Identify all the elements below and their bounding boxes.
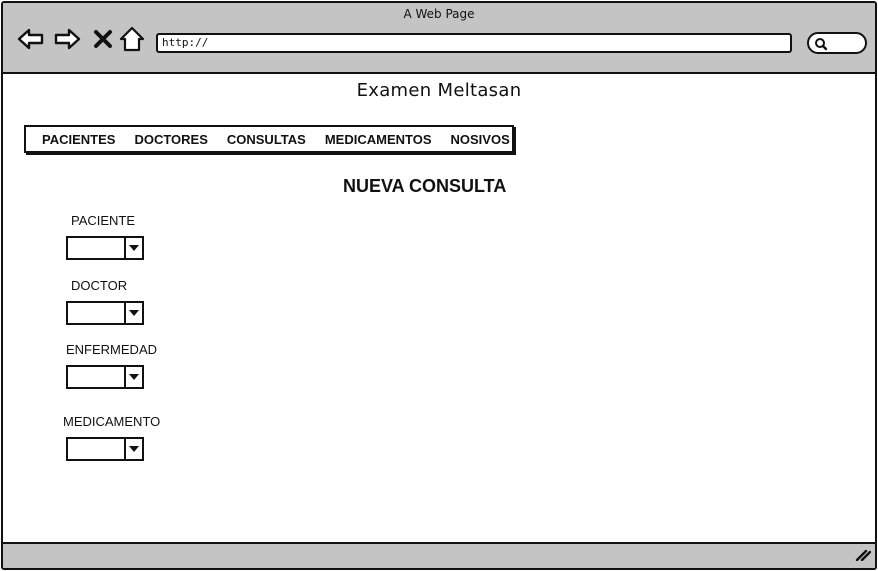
enfermedad-select[interactable] bbox=[66, 365, 144, 389]
back-arrow-icon bbox=[17, 27, 45, 51]
chevron-down-icon[interactable] bbox=[124, 238, 142, 258]
forward-button[interactable] bbox=[53, 25, 81, 53]
chevron-down-icon[interactable] bbox=[124, 303, 142, 323]
menu-item-consultas[interactable]: CONSULTAS bbox=[227, 132, 306, 147]
status-bar bbox=[3, 542, 875, 568]
medicamento-select[interactable] bbox=[66, 437, 144, 461]
menu-item-doctores[interactable]: DOCTORES bbox=[134, 132, 207, 147]
menu-item-medicamentos[interactable]: MEDICAMENTOS bbox=[325, 132, 432, 147]
resize-grip-icon[interactable] bbox=[855, 546, 872, 565]
paciente-select[interactable] bbox=[66, 236, 144, 260]
doctor-select[interactable] bbox=[66, 301, 144, 325]
browser-toolbar: A Web Page http:// bbox=[3, 3, 875, 74]
home-icon bbox=[119, 26, 145, 52]
menu-item-pacientes[interactable]: PACIENTES bbox=[42, 132, 115, 147]
menu-item-nosivos[interactable]: NOSIVOS bbox=[451, 132, 510, 147]
paciente-label: PACIENTE bbox=[71, 213, 136, 228]
chevron-down-icon[interactable] bbox=[124, 439, 142, 459]
form-heading: NUEVA CONSULTA bbox=[343, 176, 507, 196]
forward-arrow-icon bbox=[53, 27, 81, 51]
home-button[interactable] bbox=[118, 25, 146, 53]
main-menu: PACIENTES DOCTORES CONSULTAS MEDICAMENTO… bbox=[24, 125, 514, 153]
browser-search-field[interactable] bbox=[807, 32, 867, 54]
browser-window: A Web Page http:// Examen Meltasan PACIE… bbox=[1, 1, 877, 570]
back-button[interactable] bbox=[17, 25, 45, 53]
medicamento-label: MEDICAMENTO bbox=[63, 414, 161, 429]
doctor-label: DOCTOR bbox=[71, 278, 128, 293]
enfermedad-label: ENFERMEDAD bbox=[66, 342, 158, 357]
window-title: A Web Page bbox=[403, 7, 475, 21]
address-bar[interactable]: http:// bbox=[156, 33, 792, 53]
close-icon bbox=[93, 29, 113, 49]
stop-button[interactable] bbox=[89, 25, 117, 53]
chevron-down-icon[interactable] bbox=[124, 367, 142, 387]
page-title: Examen Meltasan bbox=[356, 80, 522, 101]
